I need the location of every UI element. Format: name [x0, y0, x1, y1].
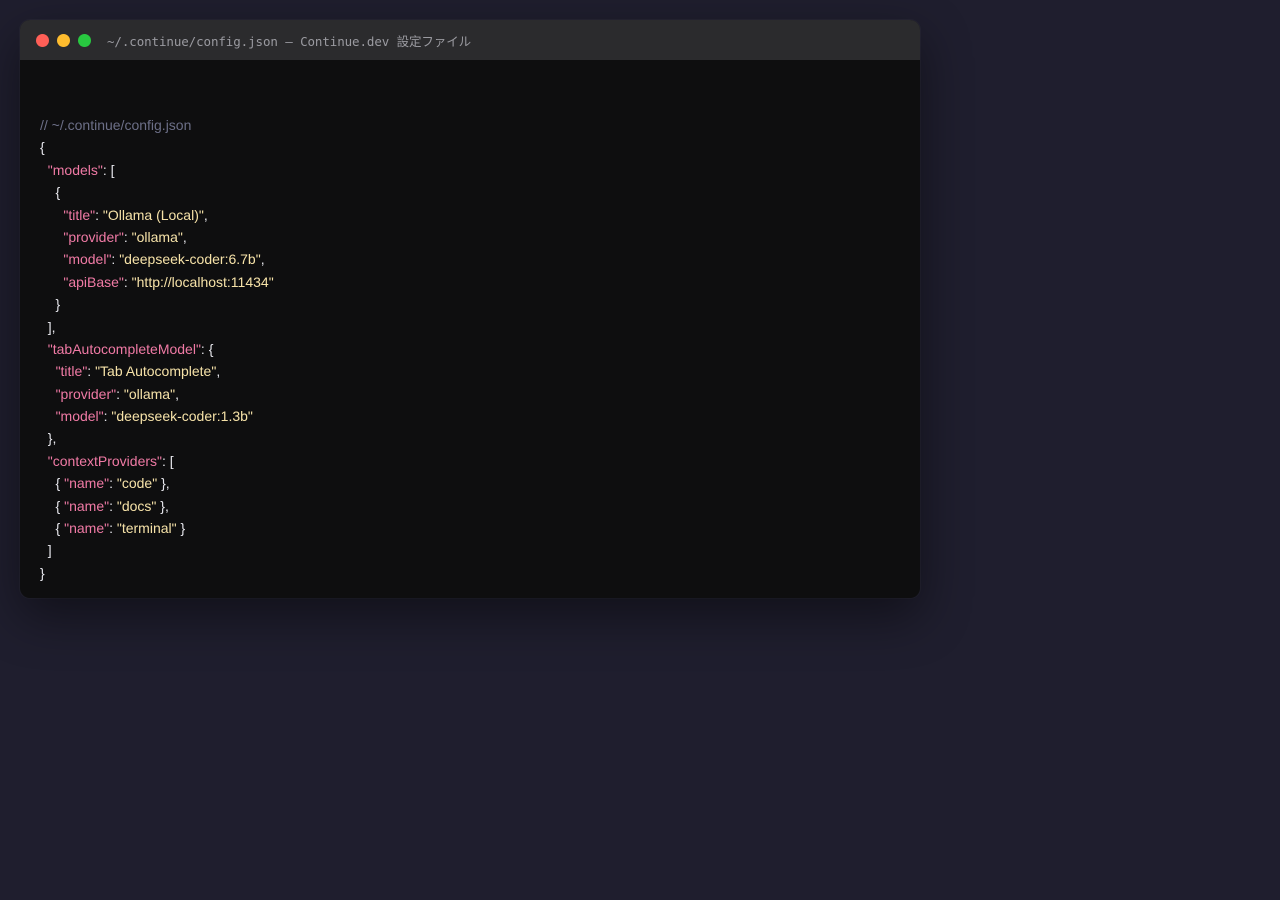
- code-punctuation: ,: [175, 385, 179, 402]
- code-line: { "name": "code" },: [40, 472, 274, 494]
- code-punctuation: {: [40, 497, 65, 514]
- code-line: "model": "deepseek-coder:1.3b": [40, 405, 274, 427]
- json-string-value: "code": [116, 475, 158, 492]
- json-key: "name": [64, 520, 110, 537]
- code-punctuation: :: [87, 363, 96, 380]
- title-bar: ~/.continue/config.json — Continue.dev 設…: [20, 20, 920, 60]
- code-punctuation: :: [109, 475, 117, 492]
- json-key: "provider": [55, 385, 117, 402]
- code-line: { "name": "terminal" }: [40, 517, 274, 539]
- json-key: "apiBase": [63, 273, 124, 290]
- json-key: "model": [55, 408, 104, 425]
- code-line: "model": "deepseek-coder:6.7b",: [40, 248, 274, 270]
- code-punctuation: }: [40, 296, 61, 313]
- code-punctuation: :: [95, 206, 103, 223]
- code-punctuation: }: [176, 520, 186, 537]
- json-key: "model": [63, 251, 112, 268]
- json-key: "title": [63, 206, 96, 223]
- code-punctuation: : [: [102, 161, 115, 178]
- code-punctuation: : {: [200, 340, 214, 357]
- code-line: ]: [40, 539, 274, 561]
- json-string-value: "deepseek-coder:6.7b": [119, 251, 261, 268]
- code-punctuation: :: [123, 273, 132, 290]
- json-key: "provider": [63, 228, 124, 245]
- code-punctuation: ,: [203, 206, 208, 223]
- editor-window: ~/.continue/config.json — Continue.dev 設…: [20, 20, 920, 598]
- code-punctuation: },: [156, 497, 169, 514]
- code-line: {: [40, 181, 274, 203]
- code-line: "apiBase": "http://localhost:11434": [40, 271, 274, 293]
- code-punctuation: {: [40, 184, 61, 201]
- json-key: "tabAutocompleteModel": [47, 340, 201, 357]
- json-string-value: "ollama": [123, 385, 176, 402]
- code-punctuation: :: [123, 228, 132, 245]
- code-punctuation: }: [40, 564, 45, 581]
- code-comment: // ~/.continue/config.json: [40, 117, 192, 133]
- code-punctuation: [40, 274, 63, 290]
- code-line: "provider": "ollama",: [40, 226, 274, 248]
- code-punctuation: [40, 229, 63, 245]
- json-key: "title": [55, 363, 88, 380]
- code-line: "title": "Tab Autocomplete",: [40, 360, 274, 382]
- code-punctuation: ,: [260, 251, 265, 268]
- close-window-button[interactable]: [36, 34, 49, 47]
- code-punctuation: [40, 363, 56, 379]
- code-line: "provider": "ollama",: [40, 383, 274, 405]
- json-key: "name": [64, 497, 110, 514]
- code-punctuation: [40, 408, 56, 424]
- json-string-value: "deepseek-coder:1.3b": [111, 408, 253, 425]
- json-string-value: "http://localhost:11434": [131, 273, 274, 290]
- code-punctuation: [40, 453, 48, 469]
- code-line: "contextProviders": [: [40, 450, 274, 472]
- code-punctuation: ]: [40, 542, 52, 559]
- json-key: "name": [64, 475, 110, 492]
- json-key: "models": [47, 161, 103, 178]
- code-punctuation: },: [40, 430, 57, 447]
- code-line: "tabAutocompleteModel": {: [40, 338, 274, 360]
- code-punctuation: [40, 386, 56, 402]
- code-punctuation: : [: [162, 452, 174, 469]
- maximize-window-button[interactable]: [78, 34, 91, 47]
- code-punctuation: [40, 162, 48, 178]
- code-punctuation: ],: [40, 318, 56, 335]
- code-punctuation: [40, 341, 48, 357]
- code-line: "title": "Ollama (Local)",: [40, 204, 274, 226]
- json-string-value: "docs": [116, 497, 157, 514]
- code-line: // ~/.continue/config.json: [40, 114, 274, 136]
- window-title: ~/.continue/config.json — Continue.dev 設…: [107, 34, 472, 49]
- json-string-value: "terminal": [116, 520, 177, 537]
- json-string-value: "Tab Autocomplete": [95, 363, 217, 380]
- code-line: "models": [: [40, 159, 274, 181]
- code-line: },: [40, 427, 274, 449]
- code-content: // ~/.continue/config.json{ "models": [ …: [40, 114, 274, 584]
- code-punctuation: {: [40, 475, 65, 492]
- code-punctuation: ,: [216, 363, 221, 380]
- code-punctuation: [40, 207, 63, 223]
- code-editor[interactable]: // ~/.continue/config.json{ "models": [ …: [20, 60, 920, 598]
- code-punctuation: {: [40, 139, 45, 156]
- code-line: }: [40, 562, 274, 584]
- minimize-window-button[interactable]: [57, 34, 70, 47]
- code-punctuation: ,: [182, 228, 187, 245]
- json-string-value: "ollama": [131, 228, 183, 245]
- code-punctuation: },: [157, 475, 170, 492]
- code-line: { "name": "docs" },: [40, 495, 274, 517]
- code-punctuation: {: [40, 520, 65, 537]
- code-punctuation: :: [109, 520, 117, 537]
- json-key: "contextProviders": [47, 452, 162, 469]
- json-string-value: "Ollama (Local)": [102, 206, 204, 223]
- code-line: {: [40, 136, 274, 158]
- code-punctuation: :: [116, 385, 124, 402]
- code-line: }: [40, 293, 274, 315]
- code-punctuation: [40, 251, 63, 267]
- code-punctuation: :: [109, 497, 117, 514]
- code-line: ],: [40, 316, 274, 338]
